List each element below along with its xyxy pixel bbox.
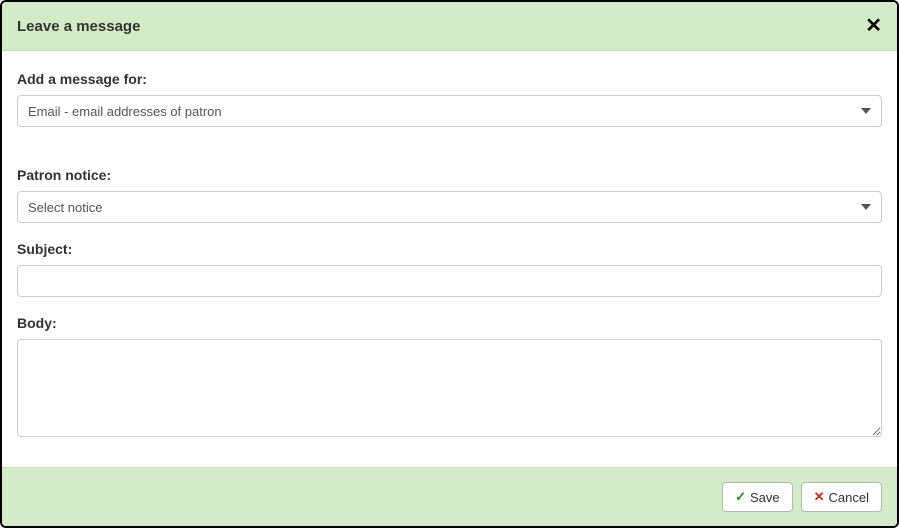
subject-input[interactable]: [17, 265, 882, 297]
leave-message-modal: Leave a message ✕ Add a message for: Ema…: [0, 0, 899, 528]
modal-footer: ✓ Save ✕ Cancel: [2, 467, 897, 526]
close-icon[interactable]: ✕: [865, 16, 882, 36]
message-for-label: Add a message for:: [17, 71, 882, 87]
body-label: Body:: [17, 315, 882, 331]
subject-group: Subject:: [17, 241, 882, 297]
modal-header: Leave a message ✕: [2, 2, 897, 51]
message-for-group: Add a message for: Email - email address…: [17, 71, 882, 127]
cancel-button-label: Cancel: [829, 490, 869, 505]
body-group: Body:: [17, 315, 882, 440]
modal-title: Leave a message: [17, 18, 140, 35]
save-button-label: Save: [750, 490, 780, 505]
patron-notice-select[interactable]: Select notice: [17, 191, 882, 223]
cancel-button[interactable]: ✕ Cancel: [801, 482, 882, 512]
save-button[interactable]: ✓ Save: [722, 482, 793, 512]
message-for-select[interactable]: Email - email addresses of patron: [17, 95, 882, 127]
patron-notice-group: Patron notice: Select notice: [17, 167, 882, 223]
body-textarea[interactable]: [17, 339, 882, 437]
subject-label: Subject:: [17, 241, 882, 257]
check-icon: ✓: [735, 489, 746, 505]
patron-notice-label: Patron notice:: [17, 167, 882, 183]
cross-icon: ✕: [814, 489, 825, 505]
modal-body: Add a message for: Email - email address…: [2, 51, 897, 467]
